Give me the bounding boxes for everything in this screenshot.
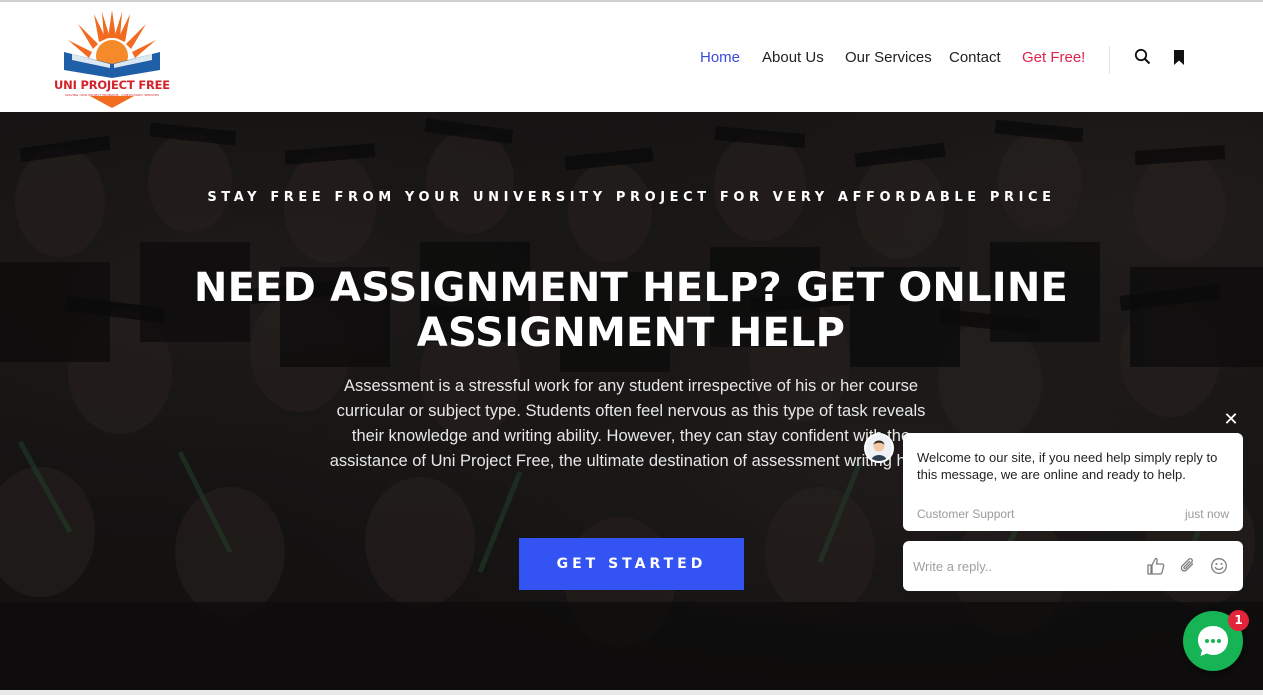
paperclip-icon[interactable]	[1178, 556, 1198, 576]
hero-eyebrow: STAY FREE FROM YOUR UNIVERSITY PROJECT F…	[207, 190, 1056, 205]
chat-message-bubble: Welcome to our site, if you need help si…	[903, 433, 1243, 531]
logo-title: UNI PROJECT FREE	[54, 78, 170, 92]
bottom-scroll-strip	[0, 690, 1263, 695]
get-started-button[interactable]: GET STARTED	[519, 538, 744, 590]
nav-get-free[interactable]: Get Free!	[1022, 49, 1085, 66]
search-icon[interactable]	[1134, 48, 1151, 69]
hero-section: STAY FREE FROM YOUR UNIVERSITY PROJECT F…	[0, 112, 1263, 695]
chat-timestamp: just now	[1184, 507, 1229, 521]
thumbs-up-icon[interactable]	[1146, 556, 1166, 576]
hero-title: NEED ASSIGNMENT HELP? GET ONLINE ASSIGNM…	[193, 265, 1069, 356]
chat-close-icon[interactable]: ✕	[1221, 410, 1241, 430]
nav-divider	[1109, 46, 1110, 74]
nav-home[interactable]: Home	[700, 49, 740, 66]
site-logo[interactable]: UNI PROJECT FREE SOLVING YOUR PROJECT PR…	[50, 8, 174, 110]
chat-sender-name: Customer Support	[917, 507, 1015, 521]
chat-message-text: Welcome to our site, if you need help si…	[917, 450, 1218, 482]
chat-reply-box	[903, 541, 1243, 591]
logo-tagline: SOLVING YOUR PROJECT PROBLEMS · CONSULTA…	[65, 93, 159, 97]
page: UNI PROJECT FREE SOLVING YOUR PROJECT PR…	[0, 0, 1263, 695]
hero-description: Assessment is a stressful work for any s…	[329, 377, 933, 470]
emoji-icon[interactable]	[1209, 556, 1229, 576]
unread-count-badge: 1	[1228, 610, 1249, 631]
bookmark-icon[interactable]	[1173, 50, 1185, 69]
nav-contact[interactable]: Contact	[949, 49, 1001, 66]
agent-avatar	[864, 433, 894, 463]
site-header: UNI PROJECT FREE SOLVING YOUR PROJECT PR…	[0, 0, 1263, 112]
chat-reply-input[interactable]	[913, 553, 1133, 579]
nav-about-us[interactable]: About Us	[762, 49, 824, 66]
nav-our-services[interactable]: Our Services	[845, 49, 932, 66]
